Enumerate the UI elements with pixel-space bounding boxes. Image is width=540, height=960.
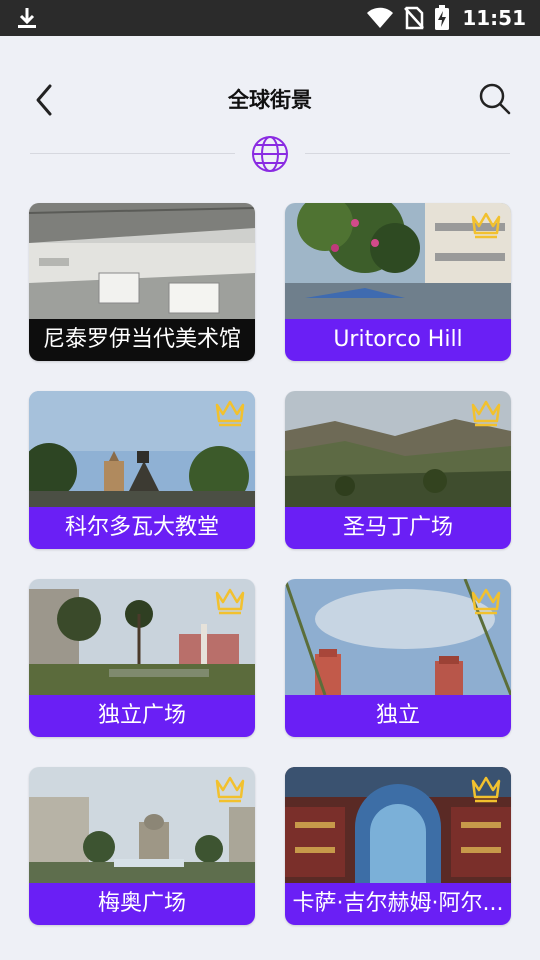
section-divider (30, 132, 510, 176)
divider-line-right (305, 153, 510, 154)
wifi-icon (367, 7, 394, 28)
place-label: 独立广场 (29, 695, 255, 737)
place-label: 科尔多瓦大教堂 (29, 507, 255, 549)
app-header: 全球街景 (0, 36, 540, 132)
place-label: 卡萨·吉尔赫姆·阿尔... (285, 883, 511, 925)
page-title: 全球街景 (228, 88, 312, 112)
divider-line-left (30, 153, 235, 154)
place-label: 独立 (285, 695, 511, 737)
status-bar: 11:51 (0, 0, 540, 36)
premium-crown-icon (215, 588, 245, 615)
premium-crown-icon (215, 400, 245, 427)
premium-crown-icon (471, 588, 501, 615)
place-card-independence-square[interactable]: 独立广场 (29, 579, 255, 737)
place-card-san-martin-square[interactable]: 圣马丁广场 (285, 391, 511, 549)
globe-icon (252, 136, 288, 172)
place-card-niteroi-museum[interactable]: 尼泰罗伊当代美术馆 (29, 203, 255, 361)
place-card-mayo-square[interactable]: 梅奥广场 (29, 767, 255, 925)
place-card-casa-guilherme[interactable]: 卡萨·吉尔赫姆·阿尔... (285, 767, 511, 925)
premium-crown-icon (471, 212, 501, 239)
place-label: 尼泰罗伊当代美术馆 (29, 319, 255, 361)
premium-crown-icon (215, 776, 245, 803)
battery-charging-icon (435, 5, 450, 30)
place-label: 梅奥广场 (29, 883, 255, 925)
clock: 11:51 (462, 6, 526, 30)
search-button[interactable] (478, 82, 512, 116)
place-card-cordoba-cathedral[interactable]: 科尔多瓦大教堂 (29, 391, 255, 549)
place-card-uritorco-hill[interactable]: Uritorco Hill (285, 203, 511, 361)
premium-crown-icon (471, 400, 501, 427)
place-card-independence[interactable]: 独立 (285, 579, 511, 737)
download-icon (18, 8, 36, 28)
place-label: Uritorco Hill (285, 319, 511, 361)
place-label: 圣马丁广场 (285, 507, 511, 549)
no-sim-icon (404, 6, 425, 30)
place-thumbnail (29, 203, 255, 319)
premium-crown-icon (471, 776, 501, 803)
